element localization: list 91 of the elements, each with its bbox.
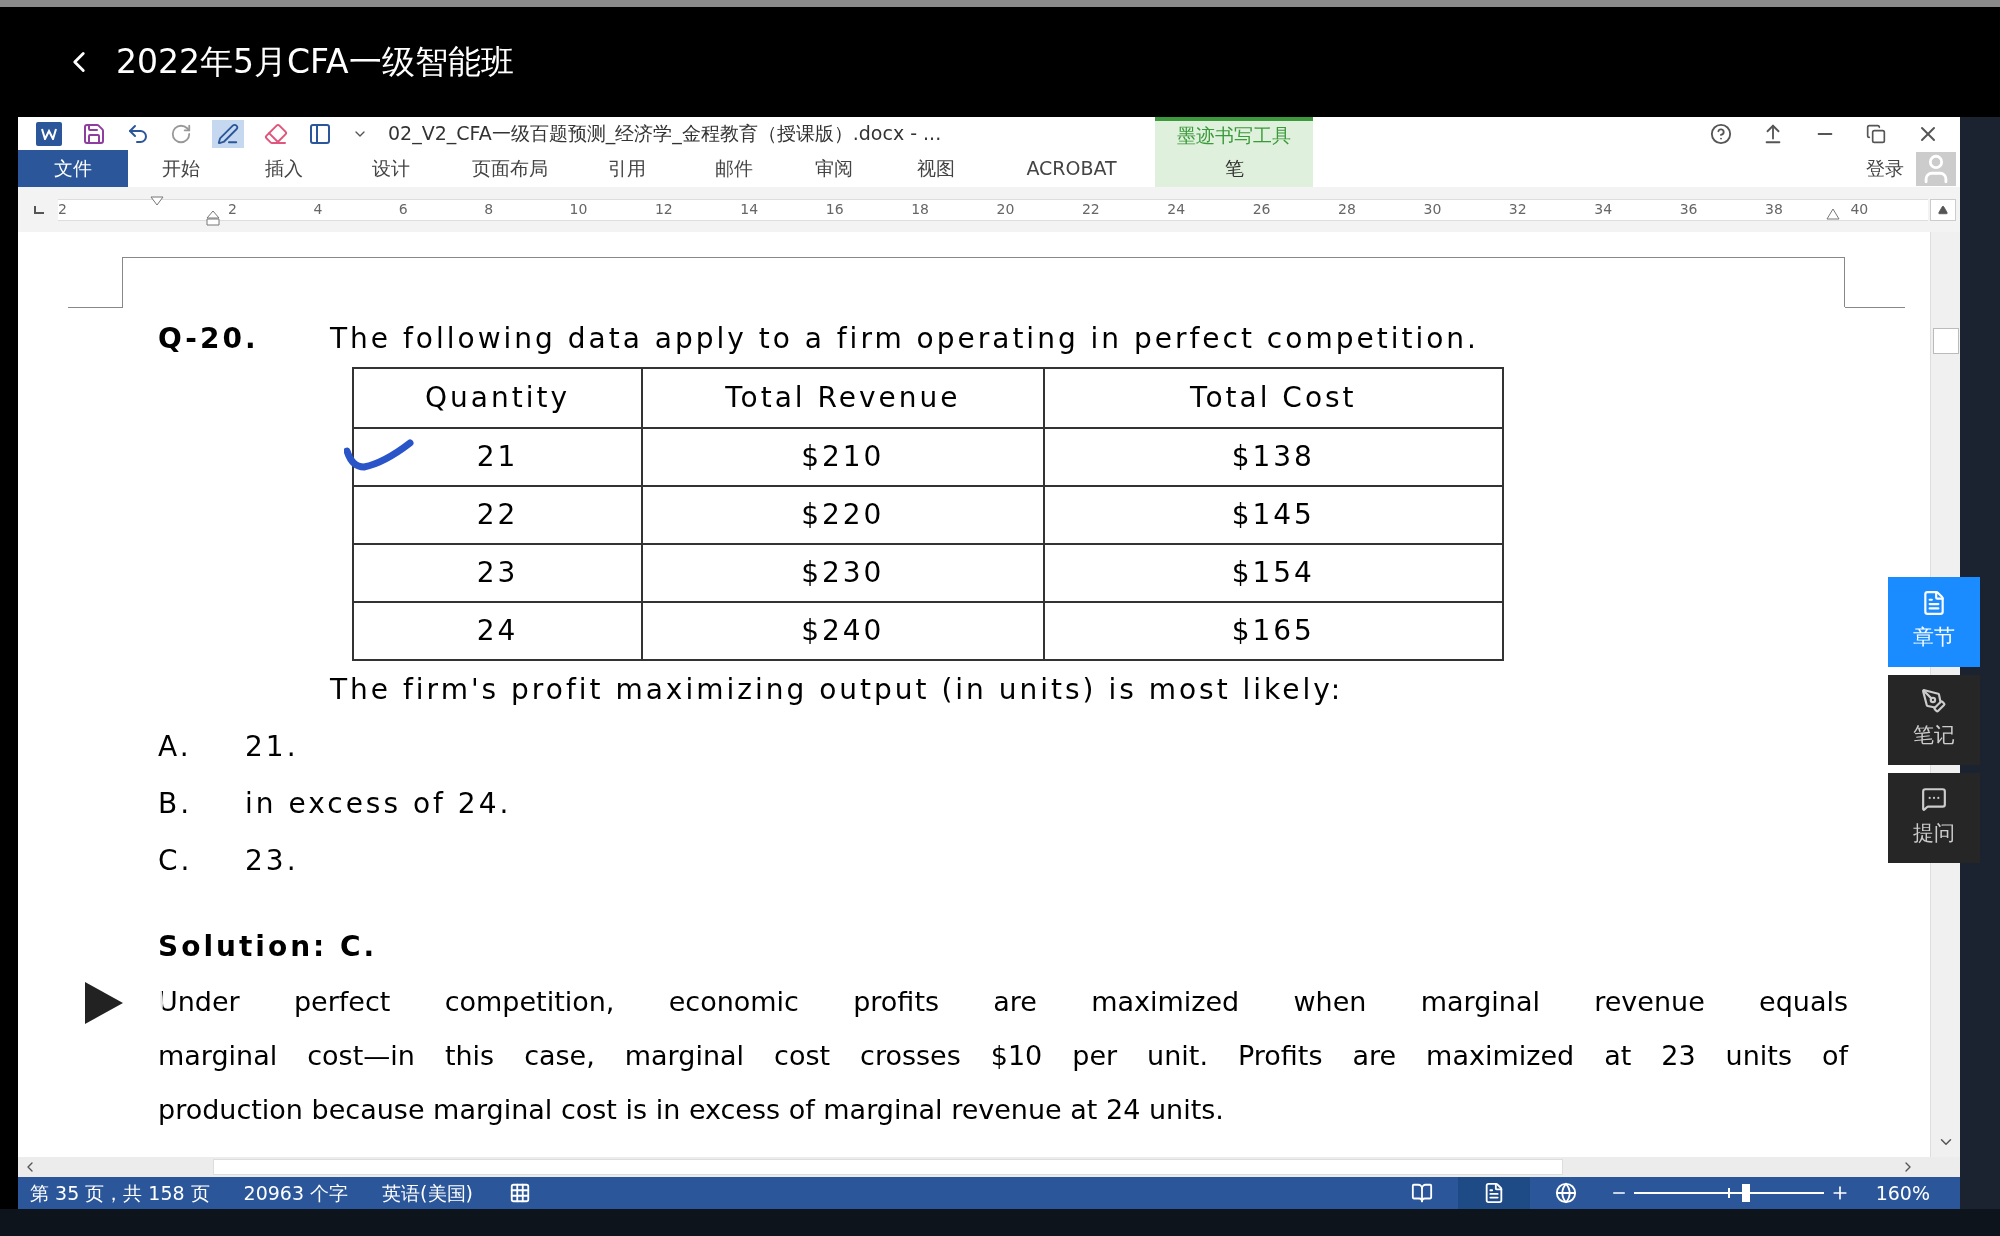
book-icon — [1410, 1182, 1433, 1204]
ruler-number: 16 — [825, 201, 844, 217]
solution-text: Under perfect competition, economic profits are maximized when marginal revenue equals marginal cost—in this case, marginal cost crosses $10 per unit. Profits are maximized at 23 units of production because marginal cost is in excess of marginal revenue at 24 units. — [158, 985, 1848, 1127]
ruler-number: 6 — [398, 201, 408, 217]
column-header: Total Revenue — [641, 369, 1043, 427]
layout-icon[interactable] — [308, 121, 332, 146]
ruler-number: 14 — [740, 201, 759, 217]
ruler-number: 10 — [569, 201, 588, 217]
ruler-number: 4 — [313, 201, 323, 217]
print-view-button[interactable] — [1457, 1177, 1530, 1209]
table-cell: $210 — [641, 429, 1043, 485]
ribbon-tab[interactable]: 页面布局 — [448, 150, 571, 187]
ribbon-tab[interactable]: 设计 — [334, 150, 448, 187]
option-letter: B. — [158, 785, 194, 822]
scroll-thumb[interactable] — [1932, 328, 1959, 354]
option-letter: A. — [158, 728, 193, 765]
macro-icon[interactable] — [508, 1182, 531, 1204]
document-icon — [1921, 590, 1947, 617]
save-icon[interactable] — [82, 121, 106, 146]
table-cell: $145 — [1042, 487, 1502, 543]
table-cell: $240 — [641, 603, 1043, 659]
ruler-number: 8 — [484, 201, 494, 217]
ruler-number: 36 — [1679, 201, 1698, 217]
contextual-group-label: 墨迹书写工具 — [1155, 117, 1313, 150]
option-text: 21. — [245, 728, 299, 765]
solution-heading: Solution: C. — [158, 928, 378, 965]
ruler-number: 2 — [228, 201, 237, 217]
language-label[interactable]: 英语(美国) — [382, 1178, 473, 1208]
help-icon[interactable] — [1710, 122, 1732, 145]
globe-icon — [1554, 1182, 1577, 1204]
table-cell: $154 — [1042, 545, 1502, 601]
option-letter: C. — [158, 842, 194, 879]
ruler-number: 24 — [1167, 201, 1186, 217]
sign-in-link[interactable]: 登录 — [1866, 154, 1904, 183]
option-text: in excess of 24. — [245, 785, 512, 822]
table-cell-text: 24 — [475, 613, 520, 649]
ruler-number: 28 — [1338, 201, 1356, 217]
side-panel-button[interactable]: 提问 — [1888, 773, 1980, 863]
indent-marker-icon[interactable] — [150, 195, 164, 206]
option-text: 23. — [245, 842, 299, 879]
zoom-thumb[interactable] — [1741, 1184, 1750, 1202]
ruler-number: 18 — [911, 201, 929, 217]
document-title: 02_V2_CFA一级百题预测_经济学_金程教育（授课版）.docx - ... — [388, 121, 942, 147]
question-text: The following data apply to a firm operating in perfect competition. — [330, 320, 1479, 357]
course-title: 2022年5月CFA一级智能班 — [116, 41, 514, 84]
zoom-level[interactable]: 160% — [1875, 1178, 1930, 1208]
table-cell: $220 — [641, 487, 1043, 543]
indent-marker-icon[interactable] — [1826, 207, 1840, 220]
scroll-up-button[interactable] — [1930, 198, 1956, 221]
eraser-icon[interactable] — [264, 121, 288, 146]
table-cell: $138 — [1042, 429, 1502, 485]
table-cell-text: 22 — [475, 497, 520, 533]
table-cell: $230 — [641, 545, 1043, 601]
restore-icon[interactable] — [1866, 123, 1886, 144]
question-number: Q-20. — [158, 320, 260, 357]
ruler-number: 34 — [1594, 201, 1613, 217]
ruler-number: 32 — [1508, 201, 1527, 217]
column-header: Quantity — [424, 380, 571, 416]
redo-icon[interactable] — [170, 122, 192, 145]
ruler-number: 26 — [1252, 201, 1271, 217]
zoom-slider[interactable] — [1633, 1183, 1824, 1203]
table-cell-text: 23 — [475, 555, 520, 591]
ribbon-tab[interactable]: 笔 — [1155, 150, 1313, 187]
ruler-number: 22 — [1081, 201, 1100, 217]
ribbon-tab[interactable]: 邮件 — [683, 150, 784, 187]
ruler-number: 38 — [1765, 201, 1783, 217]
ribbon-tab[interactable]: 插入 — [234, 150, 334, 187]
ribbon-tab[interactable]: 开始 — [128, 150, 234, 187]
word-logo-icon — [36, 121, 62, 146]
table-cell-text: 21 — [475, 439, 520, 475]
pen-icon — [1921, 688, 1947, 715]
ink-pen-icon[interactable] — [212, 119, 244, 148]
table-cell: $165 — [1042, 603, 1502, 659]
ribbon-tab[interactable]: 引用 — [571, 150, 683, 187]
ribbon-tab[interactable]: ACROBAT — [988, 150, 1155, 187]
ruler-number: 40 — [1850, 201, 1869, 217]
ruler-number: 12 — [654, 201, 673, 217]
ruler-number: 2 — [58, 201, 67, 217]
indent-marker-icon[interactable] — [206, 209, 220, 226]
side-panel-button[interactable]: 笔记 — [1888, 675, 1980, 765]
word-count[interactable]: 20963 个字 — [243, 1178, 349, 1208]
ribbon-tab[interactable]: 审阅 — [784, 150, 884, 187]
ribbon-tab[interactable]: 视图 — [884, 150, 988, 187]
ruler-number: 30 — [1423, 201, 1442, 217]
up-arrow-icon — [1938, 204, 1948, 215]
column-header: Total Cost — [1042, 369, 1502, 427]
prompt-text: The firm's profit maximizing output (in units) is most likely: — [330, 671, 1344, 708]
page-count[interactable]: 第 35 页，共 158 页 — [30, 1178, 210, 1208]
ruler-number: 20 — [996, 201, 1015, 217]
chat-icon — [1921, 786, 1947, 813]
ribbon-tab[interactable]: 文件 — [18, 150, 128, 187]
